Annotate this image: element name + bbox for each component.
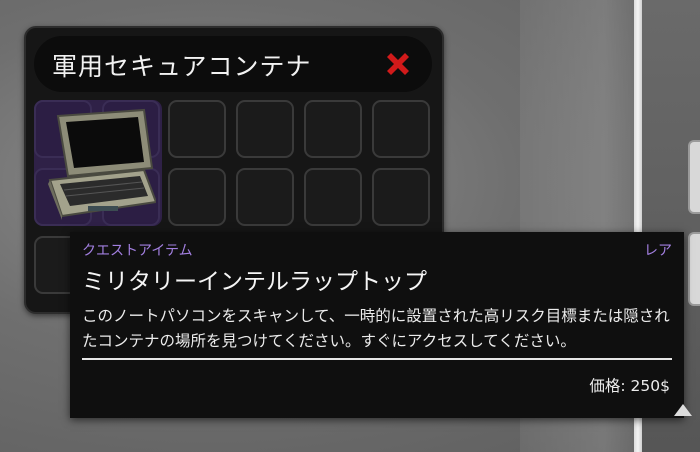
item-category: クエストアイテム <box>82 243 193 259</box>
side-tab[interactable] <box>688 140 700 214</box>
item-slot-laptop[interactable] <box>34 100 162 226</box>
item-tooltip: クエストアイテム レア ミリタリーインテルラップトップ このノートパソコンをスキ… <box>70 232 684 418</box>
item-name: ミリタリーインテルラップトップ <box>82 269 427 295</box>
grid-cell[interactable] <box>372 100 430 158</box>
grid-cell[interactable] <box>304 168 362 226</box>
laptop-icon <box>48 108 156 220</box>
grid-cell[interactable] <box>304 100 362 158</box>
item-price: 価格: 250$ <box>589 377 670 395</box>
grid-cell[interactable] <box>168 168 226 226</box>
item-description: このノートパソコンをスキャンして、一時的に設置された高リスク目標または隠されたコ… <box>82 307 670 350</box>
container-header: 軍用セキュアコンテナ <box>34 36 432 92</box>
grid-cell[interactable] <box>168 100 226 158</box>
item-rarity: レア <box>644 243 672 259</box>
close-icon[interactable] <box>382 48 414 80</box>
corner-arrow-icon <box>674 404 692 416</box>
grid-cell[interactable] <box>372 168 430 226</box>
grid-cell[interactable] <box>236 168 294 226</box>
container-title: 軍用セキュアコンテナ <box>52 52 312 81</box>
divider <box>82 358 672 360</box>
grid-cell[interactable] <box>236 100 294 158</box>
side-tab[interactable] <box>688 232 700 306</box>
